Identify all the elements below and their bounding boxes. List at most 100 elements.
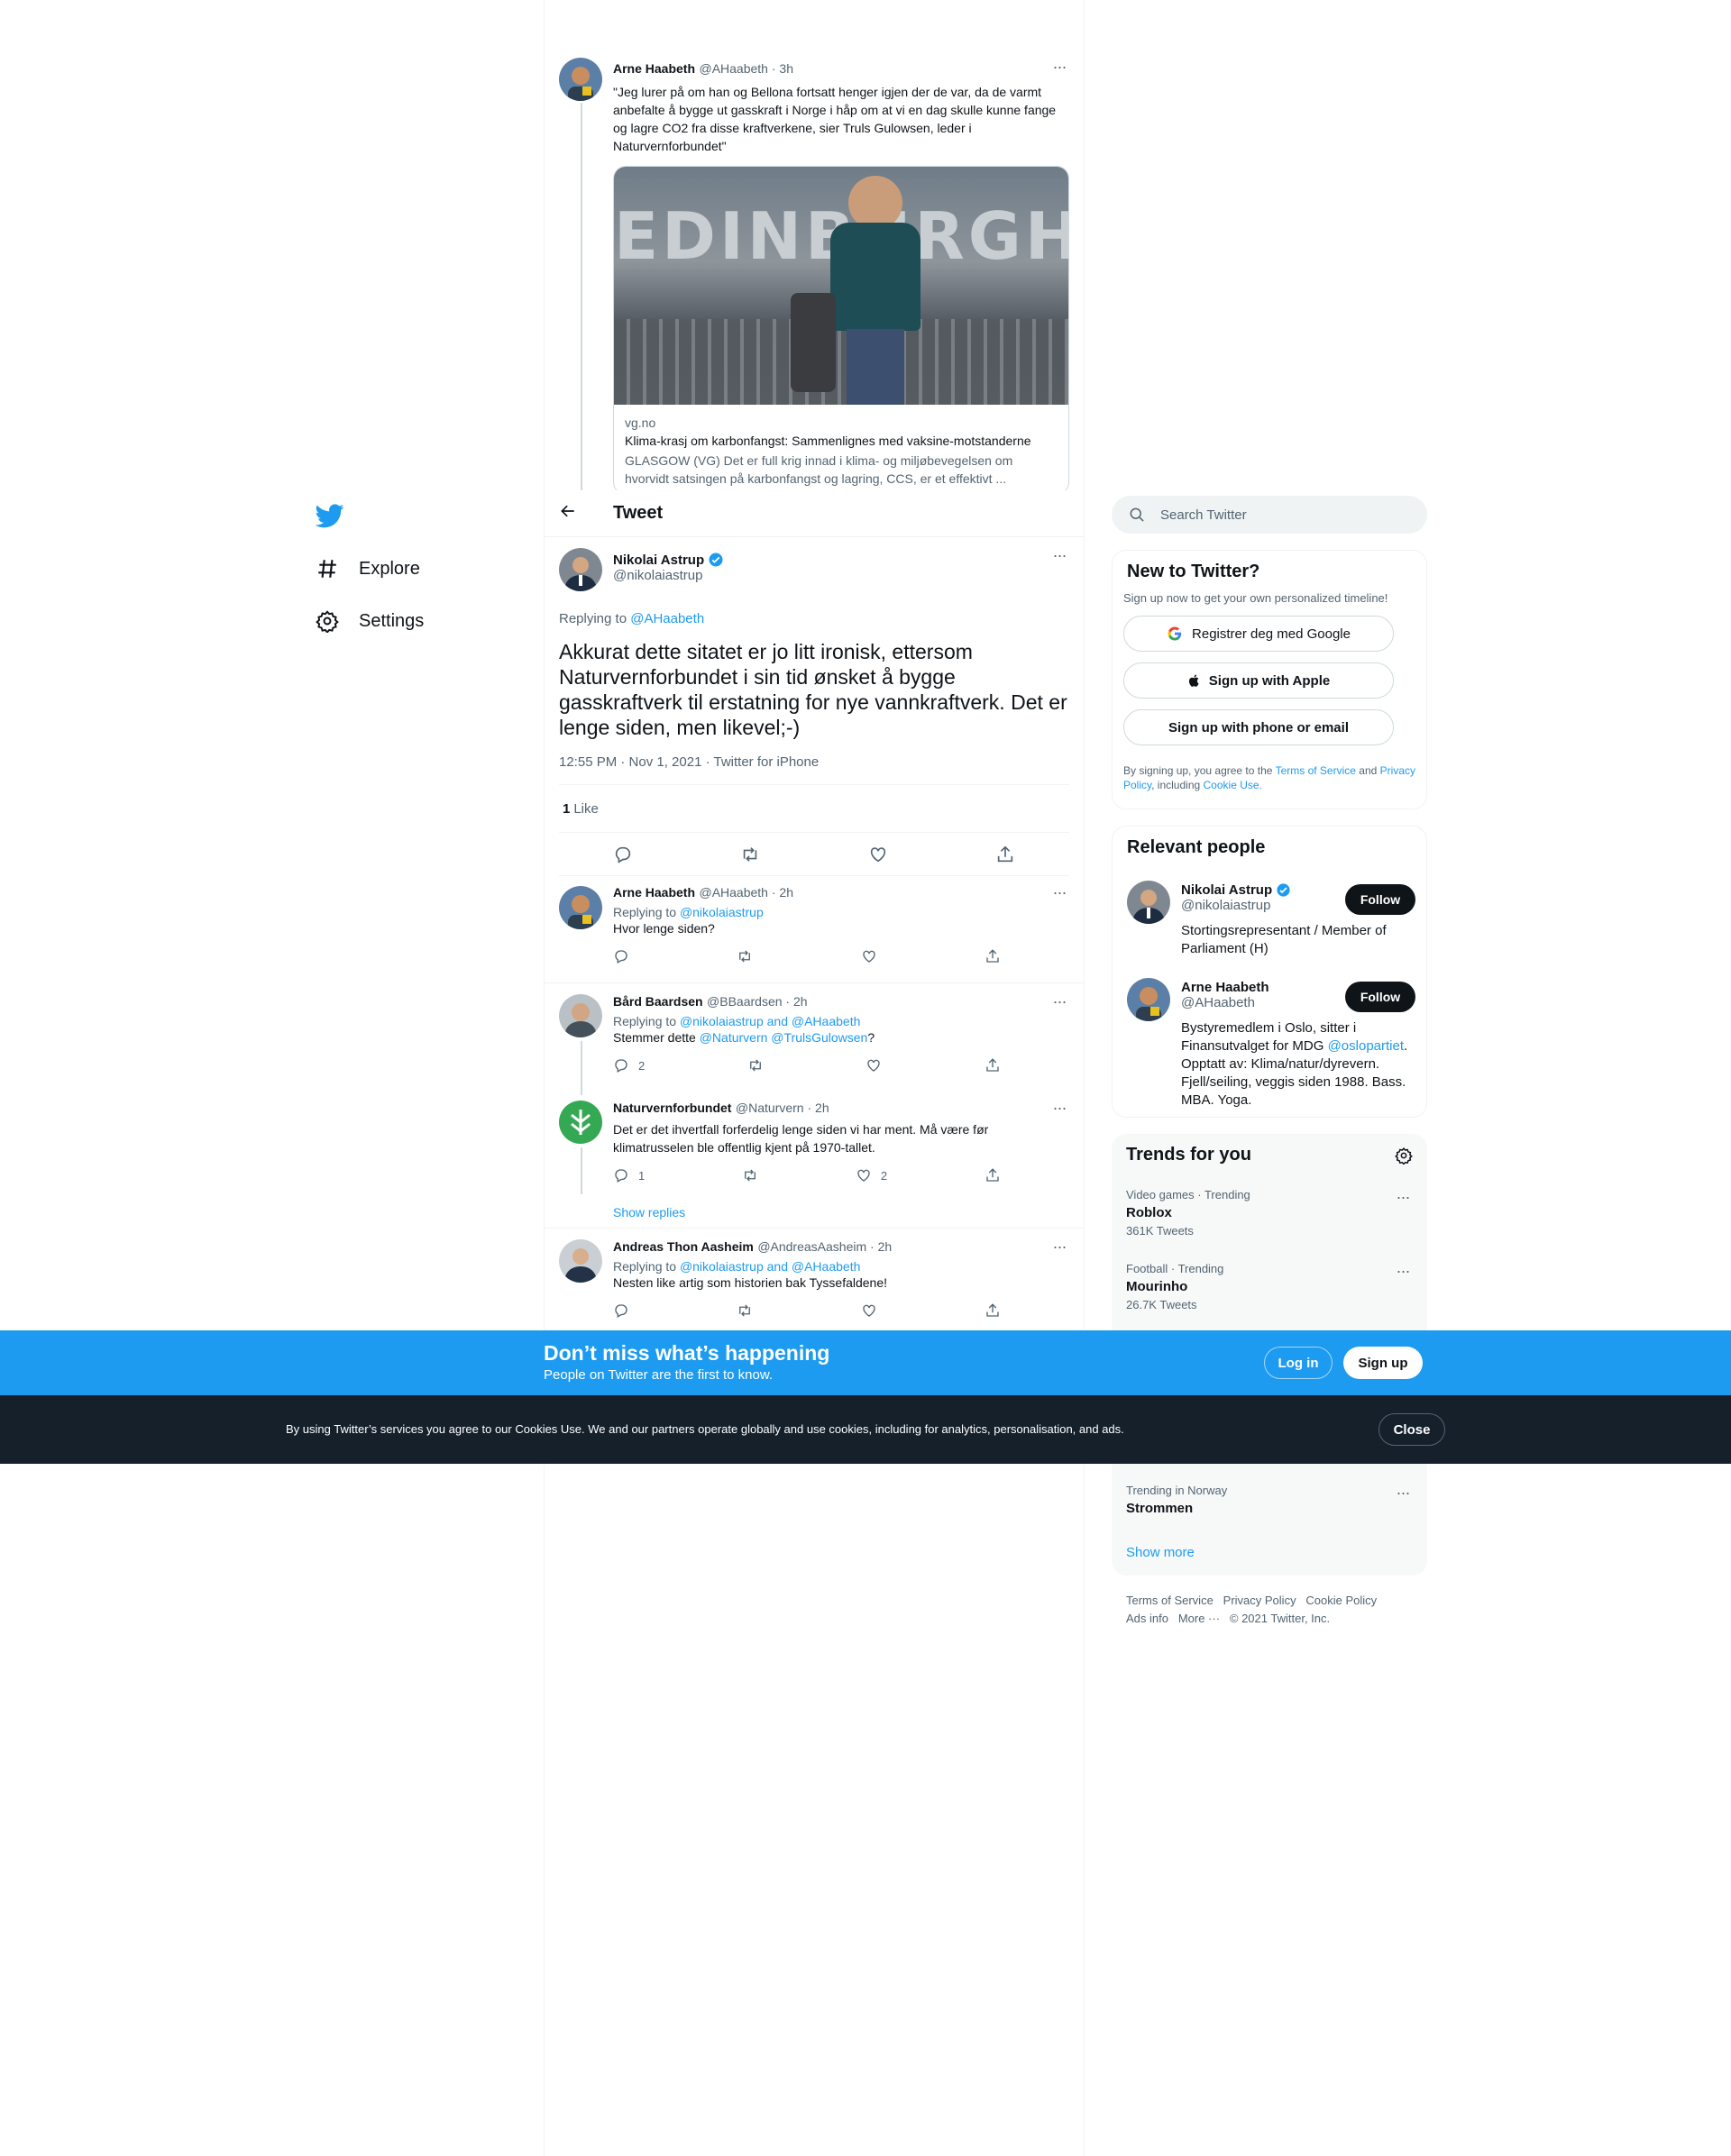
trend-item[interactable]: Football · Trending Mourinho 26.7K Tweet… [1126, 1262, 1413, 1311]
page-title: Tweet [613, 503, 664, 523]
like-icon[interactable] [868, 845, 888, 864]
replying-to-link[interactable]: @nikolaiastrup and @AHaabeth [680, 1259, 860, 1274]
login-button[interactable]: Log in [1264, 1347, 1333, 1379]
search-input[interactable]: Search Twitter [1112, 496, 1427, 534]
reply-icon[interactable] [613, 845, 633, 864]
relevant-people-card: Relevant people Nikolai Astrup @nikolaia… [1112, 826, 1427, 1118]
gear-icon[interactable] [1395, 1147, 1413, 1165]
follow-button[interactable]: Follow [1345, 884, 1415, 915]
reply-icon[interactable] [613, 1167, 629, 1183]
banner-title: Don’t miss what’s happening [544, 1341, 830, 1365]
author-name[interactable]: Nikolai Astrup [613, 553, 704, 568]
share-icon[interactable] [995, 845, 1015, 864]
more-options-icon[interactable]: ··· [1393, 1485, 1413, 1505]
google-signup-label: Registrer deg med Google [1192, 626, 1351, 642]
like-icon[interactable] [861, 1302, 877, 1319]
signup-button[interactable]: Sign up [1343, 1347, 1423, 1379]
bio-mention-link[interactable]: @oslopartiet [1328, 1038, 1404, 1054]
parent-tweet[interactable]: Arne Haabeth @AHaabeth · 3h ··· "Jeg lur… [613, 59, 1069, 495]
reply-tweet[interactable]: Naturvernforbundet @Naturvern · 2h ··· D… [545, 1090, 1084, 1229]
cookie-close-button[interactable]: Close [1378, 1413, 1445, 1446]
more-options-icon[interactable]: ··· [1049, 1238, 1069, 1259]
avatar[interactable] [559, 1101, 602, 1144]
avatar[interactable] [559, 994, 602, 1037]
mention-link[interactable]: @Naturvern @TrulsGulowsen [700, 1030, 868, 1045]
retweet-icon[interactable] [742, 1167, 758, 1183]
replying-prefix: Replying to [613, 905, 677, 919]
avatar[interactable] [1127, 978, 1170, 1021]
nav-explore-label: Explore [359, 558, 420, 579]
retweet-icon[interactable] [737, 948, 753, 964]
more-options-icon[interactable]: ··· [1049, 59, 1069, 79]
retweet-icon[interactable] [747, 1057, 764, 1073]
parent-tweet-avatar[interactable] [559, 58, 602, 101]
author-name[interactable]: Bård Baardsen [613, 994, 703, 1009]
tweet-timestamp[interactable]: 12:55 PM · Nov 1, 2021 · Twitter for iPh… [559, 754, 1069, 770]
nav-explore[interactable]: Explore [316, 551, 420, 587]
link-card[interactable]: EDINBURGH vg.no Klima-krasj om karbonfan… [613, 166, 1069, 495]
likes-stat[interactable]: 1 Like [559, 784, 1069, 833]
share-icon[interactable] [985, 1167, 1001, 1183]
nav-settings[interactable]: Settings [316, 603, 424, 639]
share-icon[interactable] [985, 948, 1001, 964]
footer-ads[interactable]: Ads info [1126, 1612, 1168, 1625]
follow-button[interactable]: Follow [1345, 982, 1415, 1012]
trend-item[interactable]: Trending in Norway Strommen ··· [1126, 1484, 1413, 1516]
share-icon[interactable] [985, 1057, 1001, 1073]
avatar[interactable] [1127, 881, 1170, 924]
trend-item[interactable]: Video games · Trending Roblox 361K Tweet… [1126, 1188, 1413, 1238]
google-signup-button[interactable]: Registrer deg med Google [1123, 616, 1394, 652]
share-icon[interactable] [985, 1302, 1001, 1319]
twitter-logo-icon[interactable] [315, 501, 348, 532]
signup-card: New to Twitter? Sign up now to get your … [1112, 550, 1427, 809]
more-options-icon[interactable]: ··· [1393, 1263, 1413, 1284]
person-name[interactable]: Nikolai Astrup [1181, 882, 1272, 898]
footer-privacy[interactable]: Privacy Policy [1223, 1594, 1296, 1607]
like-icon[interactable] [856, 1167, 872, 1183]
retweet-icon[interactable] [737, 1302, 753, 1319]
more-options-icon[interactable]: ··· [1049, 1100, 1069, 1120]
phone-signup-button[interactable]: Sign up with phone or email [1123, 709, 1394, 745]
author-name[interactable]: Naturvernforbundet [613, 1101, 731, 1115]
reply-tweet[interactable]: Andreas Thon Aasheim @AndreasAasheim · 2… [545, 1229, 1084, 1330]
apple-signup-label: Sign up with Apple [1208, 672, 1331, 689]
footer-tos[interactable]: Terms of Service [1126, 1594, 1214, 1607]
author-name[interactable]: Arne Haabeth [613, 885, 695, 900]
person-handle: @nikolaiastrup [1181, 898, 1271, 913]
more-options-icon[interactable]: ··· [1393, 1189, 1413, 1210]
replying-to-link[interactable]: @AHaabeth [630, 611, 704, 626]
more-options-icon[interactable]: ··· [1049, 993, 1069, 1014]
more-options-icon[interactable]: ··· [1049, 884, 1069, 905]
trend-name: Strommen [1126, 1501, 1194, 1516]
tweet-text-end: ? [867, 1030, 875, 1045]
retweet-icon[interactable] [740, 845, 760, 864]
avatar[interactable] [559, 886, 602, 929]
footer-cookie[interactable]: Cookie Policy [1305, 1594, 1377, 1607]
avatar[interactable] [559, 548, 602, 591]
reply-icon[interactable] [613, 948, 629, 964]
tos-link[interactable]: Terms of Service [1276, 764, 1356, 777]
like-icon[interactable] [861, 948, 877, 964]
back-arrow-icon[interactable] [559, 502, 602, 525]
show-more-link[interactable]: Show more [1126, 1545, 1195, 1560]
replying-to-link[interactable]: @nikolaiastrup [680, 905, 764, 919]
reply-icon[interactable] [613, 1302, 629, 1319]
cookie-bar: By using Twitter’s services you agree to… [0, 1395, 1731, 1464]
show-replies-link[interactable]: Show replies [613, 1205, 685, 1220]
like-icon[interactable] [866, 1057, 882, 1073]
replying-prefix: Replying to [613, 1014, 677, 1028]
replying-to-link[interactable]: @nikolaiastrup and @AHaabeth [680, 1014, 860, 1028]
more-options-icon[interactable]: ··· [1049, 547, 1069, 568]
person-name[interactable]: Arne Haabeth [1181, 980, 1343, 995]
reply-icon[interactable] [613, 1057, 629, 1073]
tweet-text: "Jeg lurer på om han og Bellona fortsatt… [613, 85, 1057, 153]
reply-tweet[interactable]: Arne Haabeth @AHaabeth · 2h ··· Replying… [545, 873, 1084, 983]
author-name[interactable]: Andreas Thon Aasheim [613, 1239, 754, 1254]
author-name[interactable]: Arne Haabeth [613, 61, 695, 76]
author-handle: @nikolaiastrup [613, 568, 703, 583]
footer-more[interactable]: More ··· [1178, 1612, 1220, 1625]
reply-tweet[interactable]: Bård Baardsen @BBaardsen · 2h ··· Replyi… [545, 983, 1084, 1090]
cookie-link[interactable]: Cookie Use. [1204, 779, 1262, 791]
apple-signup-button[interactable]: Sign up with Apple [1123, 662, 1394, 699]
avatar[interactable] [559, 1239, 602, 1283]
